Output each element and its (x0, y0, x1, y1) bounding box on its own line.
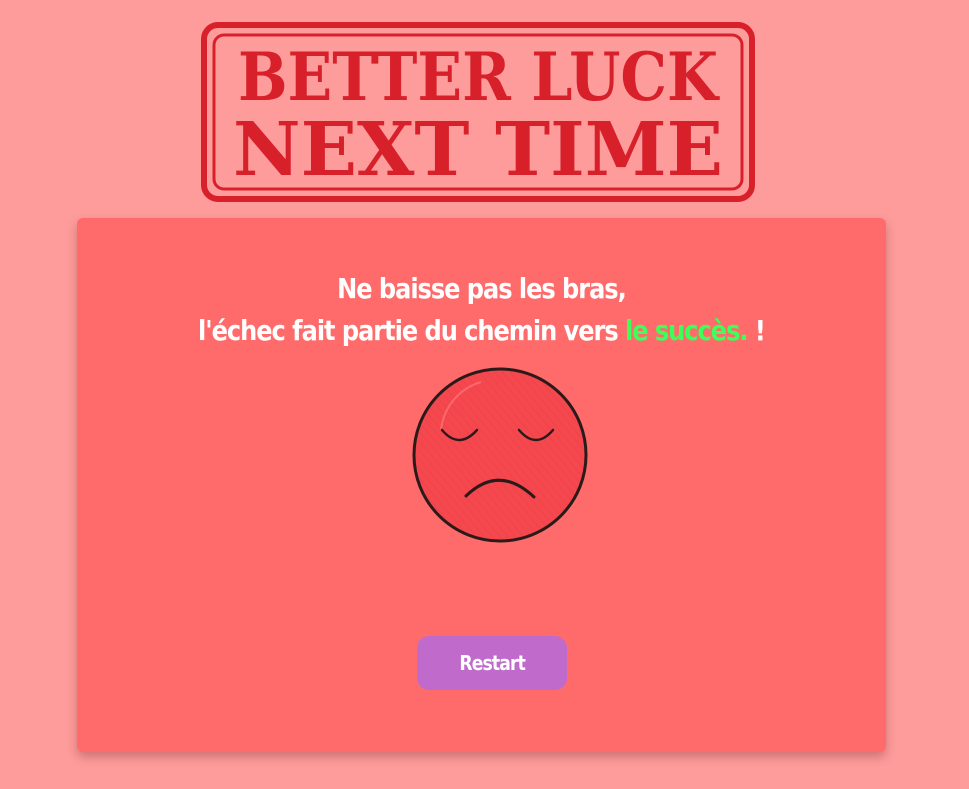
message-line-1: Ne baisse pas les bras, (337, 272, 627, 305)
restart-button[interactable]: Restart (417, 636, 567, 690)
message-line-2-end: ! (747, 314, 766, 347)
encouragement-message: Ne baisse pas les bras, l'échec fait par… (67, 268, 895, 352)
message-line-2: l'échec fait partie du chemin vers le su… (67, 310, 895, 352)
page: BETTER LUCK NEXT TIME Ne baisse pas les … (0, 0, 969, 789)
success-highlight: le succès. (625, 314, 749, 347)
sad-face-icon (411, 366, 589, 544)
stamp-line-2: NEXT TIME (233, 107, 723, 193)
restart-button-label: Restart (459, 651, 526, 675)
better-luck-stamp-logo: BETTER LUCK NEXT TIME (201, 22, 755, 202)
message-line-2-start: l'échec fait partie du chemin vers (198, 314, 626, 347)
stamp-line-1: BETTER LUCK (238, 38, 720, 116)
